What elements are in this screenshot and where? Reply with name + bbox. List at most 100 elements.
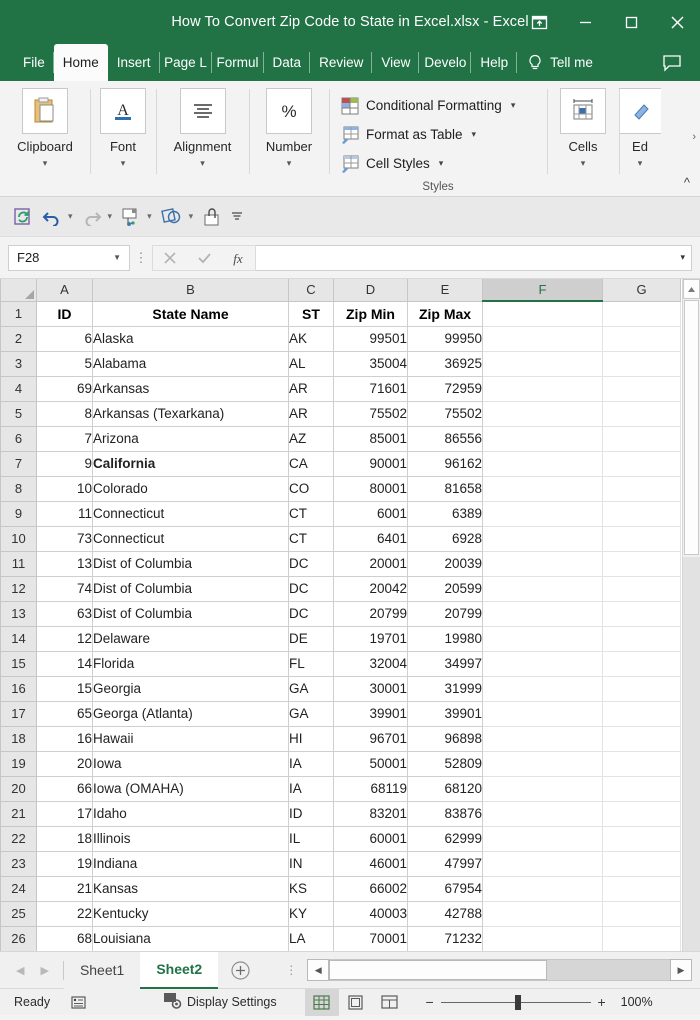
alignment-icon[interactable] [179,88,226,134]
cell-d23[interactable]: 46001 [333,850,408,877]
cell-d22[interactable]: 60001 [333,825,408,852]
cell-c10[interactable]: CT [288,525,334,552]
cell-f9[interactable] [482,500,603,527]
ribbon-display-options-icon[interactable] [516,0,562,44]
cell-a18[interactable]: 16 [36,725,93,752]
row-header-23[interactable]: 23 [0,850,37,877]
cell-c5[interactable]: AR [288,400,334,427]
select-all-corner[interactable] [0,279,37,302]
cell-a25[interactable]: 22 [36,900,93,927]
clipboard-icon[interactable] [22,88,68,134]
cell-a17[interactable]: 65 [36,700,93,727]
column-header-d[interactable]: D [333,279,408,302]
cell-g9[interactable] [602,500,681,527]
ribbon-group-font[interactable]: A Font ▾ [90,81,156,196]
cell-a14[interactable]: 12 [36,625,93,652]
cell-e7[interactable]: 96162 [407,450,483,477]
conditional-formatting-button[interactable]: Conditional Formatting ▾ [341,91,515,120]
row-header-8[interactable]: 8 [0,475,37,502]
cell-c6[interactable]: AZ [288,425,334,452]
cells-icon[interactable] [560,88,606,134]
cell-d9[interactable]: 6001 [333,500,408,527]
redo-chevron-down-icon[interactable]: ▾ [107,211,117,222]
cell-e15[interactable]: 34997 [407,650,483,677]
row-header-24[interactable]: 24 [0,875,37,902]
vertical-scroll-track[interactable] [683,557,700,951]
scroll-right-arrow-icon[interactable]: ▶ [670,959,692,981]
row-header-18[interactable]: 18 [0,725,37,752]
cell-d20[interactable]: 68119 [333,775,408,802]
undo-chevron-down-icon[interactable]: ▾ [67,211,77,222]
cell-d25[interactable]: 40003 [333,900,408,927]
cell-g7[interactable] [602,450,681,477]
font-chevron-down-icon[interactable]: ▾ [121,158,126,168]
tab-formulas[interactable]: Formul [212,44,264,81]
cell-b17[interactable]: Georga (Atlanta) [92,700,289,727]
column-header-g[interactable]: G [602,279,681,302]
shapes-icon[interactable] [158,203,186,231]
cell-d13[interactable]: 20799 [333,600,408,627]
cell-g24[interactable] [602,875,681,902]
cell-f26[interactable] [482,925,603,951]
cell-c18[interactable]: HI [288,725,334,752]
cell-b19[interactable]: Iowa [92,750,289,777]
cell-g15[interactable] [602,650,681,677]
cell-e17[interactable]: 39901 [407,700,483,727]
cell-e26[interactable]: 71232 [407,925,483,951]
cell-g18[interactable] [602,725,681,752]
row-header-13[interactable]: 13 [0,600,37,627]
cell-b26[interactable]: Louisiana [92,925,289,951]
horizontal-scroll-track[interactable] [329,959,670,981]
tab-page-layout[interactable]: Page L [160,44,212,81]
cell-g2[interactable] [602,325,681,352]
maximize-icon[interactable] [608,0,654,44]
cell-b10[interactable]: Connecticut [92,525,289,552]
page-break-view-icon[interactable] [373,989,407,1016]
tab-review[interactable]: Review [310,44,373,81]
cell-a24[interactable]: 21 [36,875,93,902]
cell-c3[interactable]: AL [288,350,334,377]
cell-e23[interactable]: 47997 [407,850,483,877]
cell-d1[interactable]: Zip Min [333,300,408,327]
cell-b25[interactable]: Kentucky [92,900,289,927]
next-sheet-icon[interactable]: ▶ [40,964,48,977]
cell-e12[interactable]: 20599 [407,575,483,602]
cell-f19[interactable] [482,750,603,777]
cell-a7[interactable]: 9 [36,450,93,477]
cell-c2[interactable]: AK [288,325,334,352]
cell-f10[interactable] [482,525,603,552]
cell-e2[interactable]: 99950 [407,325,483,352]
cell-d19[interactable]: 50001 [333,750,408,777]
cell-e6[interactable]: 86556 [407,425,483,452]
cell-g16[interactable] [602,675,681,702]
cell-f1[interactable] [482,300,603,327]
cell-a8[interactable]: 10 [36,475,93,502]
cell-f15[interactable] [482,650,603,677]
cell-c14[interactable]: DE [288,625,334,652]
page-layout-view-icon[interactable] [339,989,373,1016]
cancel-entry-icon[interactable] [153,245,187,271]
sheet-tab-sheet2[interactable]: Sheet2 [140,951,219,989]
shapes-chevron-down-icon[interactable]: ▾ [188,211,198,222]
cell-e14[interactable]: 19980 [407,625,483,652]
cell-a15[interactable]: 14 [36,650,93,677]
tell-me-box[interactable]: Tell me [517,44,593,81]
cell-e13[interactable]: 20799 [407,600,483,627]
undo-icon[interactable] [39,203,65,231]
formula-input[interactable]: ▾ [256,244,692,271]
cell-f16[interactable] [482,675,603,702]
cell-f20[interactable] [482,775,603,802]
cell-b8[interactable]: Colorado [92,475,289,502]
cell-c12[interactable]: DC [288,575,334,602]
cell-b3[interactable]: Alabama [92,350,289,377]
cells-chevron-down-icon[interactable]: ▾ [581,158,586,168]
scroll-up-arrow-icon[interactable] [683,279,700,299]
cell-d21[interactable]: 83201 [333,800,408,827]
row-header-14[interactable]: 14 [0,625,37,652]
cell-g1[interactable] [602,300,681,327]
alignment-chevron-down-icon[interactable]: ▾ [200,158,205,168]
cell-a10[interactable]: 73 [36,525,93,552]
column-header-f[interactable]: F [482,279,603,302]
previous-sheet-icon[interactable]: ◀ [16,964,24,977]
cell-a22[interactable]: 18 [36,825,93,852]
